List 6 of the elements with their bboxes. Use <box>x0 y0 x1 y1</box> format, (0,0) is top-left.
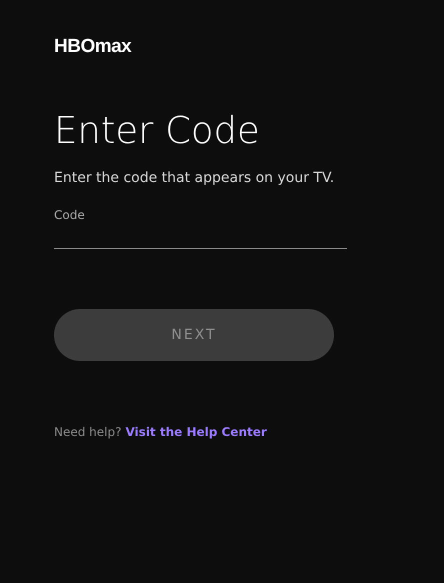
help-center-link[interactable]: Visit the Help Center <box>125 425 267 439</box>
logo: HBOmax <box>54 36 132 58</box>
code-field[interactable]: Code <box>54 208 347 249</box>
instructions-text: Enter the code that appears on your TV. <box>54 170 334 186</box>
help-text: Need help? <box>54 425 122 439</box>
page-heading: Enter Code <box>54 108 260 154</box>
